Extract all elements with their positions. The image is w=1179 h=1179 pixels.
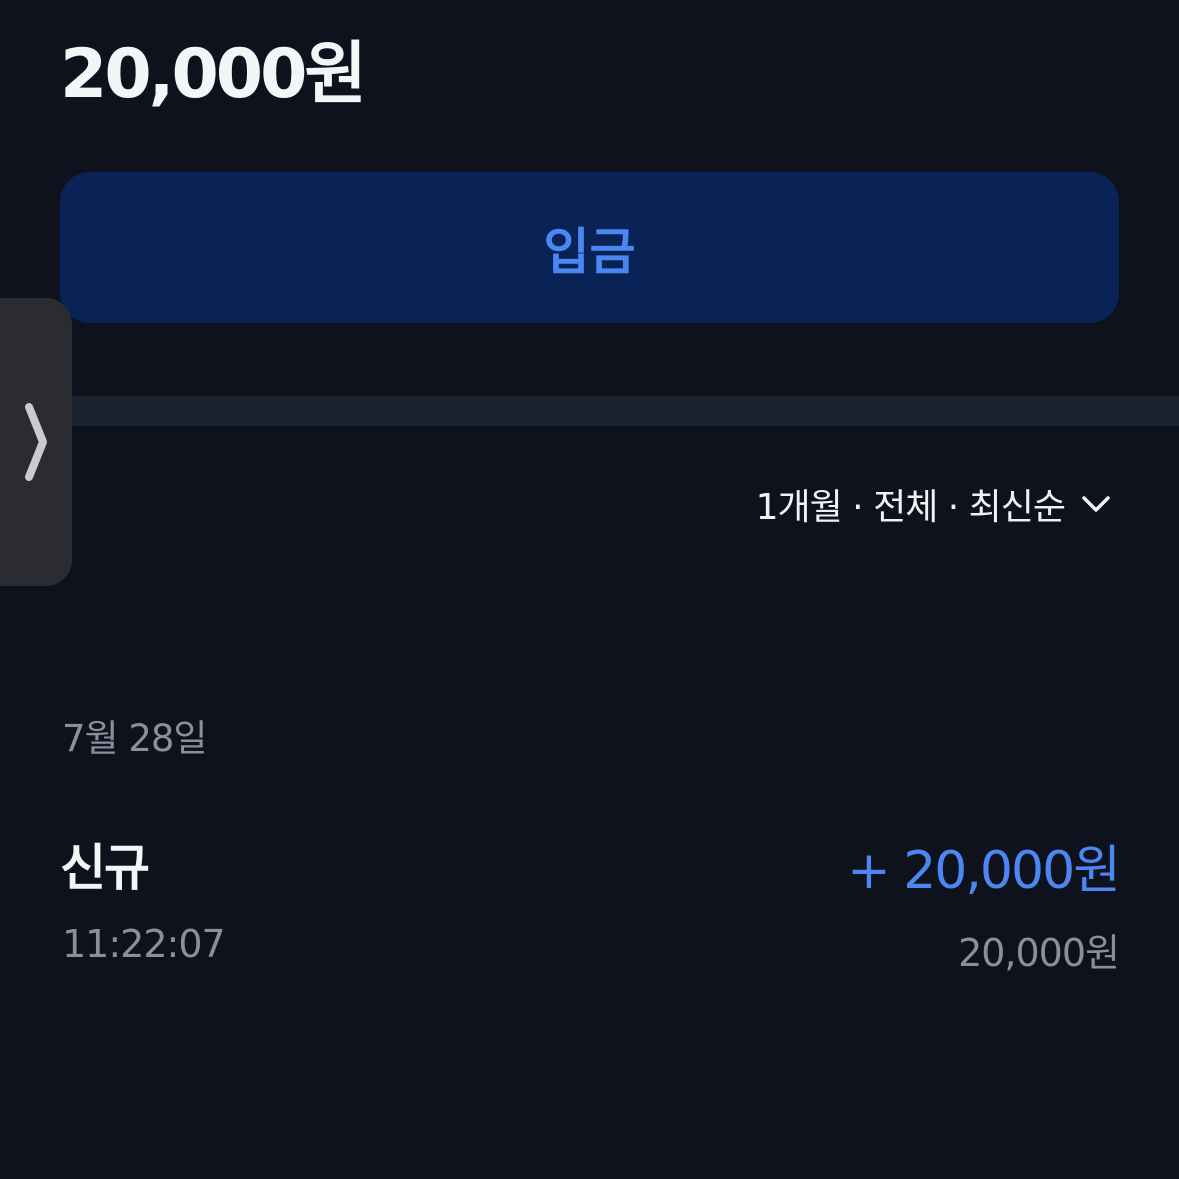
transaction-amount: + 20,000원 (847, 841, 1121, 901)
transaction-date-header: 7월 28일 (62, 717, 207, 760)
deposit-button[interactable]: 입금 (60, 172, 1119, 323)
chevron-down-icon (1081, 494, 1111, 514)
transaction-balance-after: 20,000원 (958, 931, 1120, 975)
account-detail-screen: 20,000원 입금 1개월 · 전체 · 최신순 7월 28일 신규 + 20… (0, 0, 1179, 1179)
transaction-title: 신규 (60, 839, 150, 897)
transaction-row[interactable]: 신규 + 20,000원 11:22:07 20,000원 (60, 820, 1121, 990)
transaction-time: 11:22:07 (62, 922, 226, 966)
period-filter-dropdown[interactable]: 1개월 · 전체 · 최신순 (756, 478, 1111, 530)
chevron-right-icon (23, 401, 49, 483)
filter-label: 1개월 · 전체 · 최신순 (755, 487, 1066, 528)
section-divider (0, 396, 1179, 426)
balance-amount: 20,000원 (60, 35, 367, 114)
side-panel-handle[interactable] (0, 298, 72, 586)
